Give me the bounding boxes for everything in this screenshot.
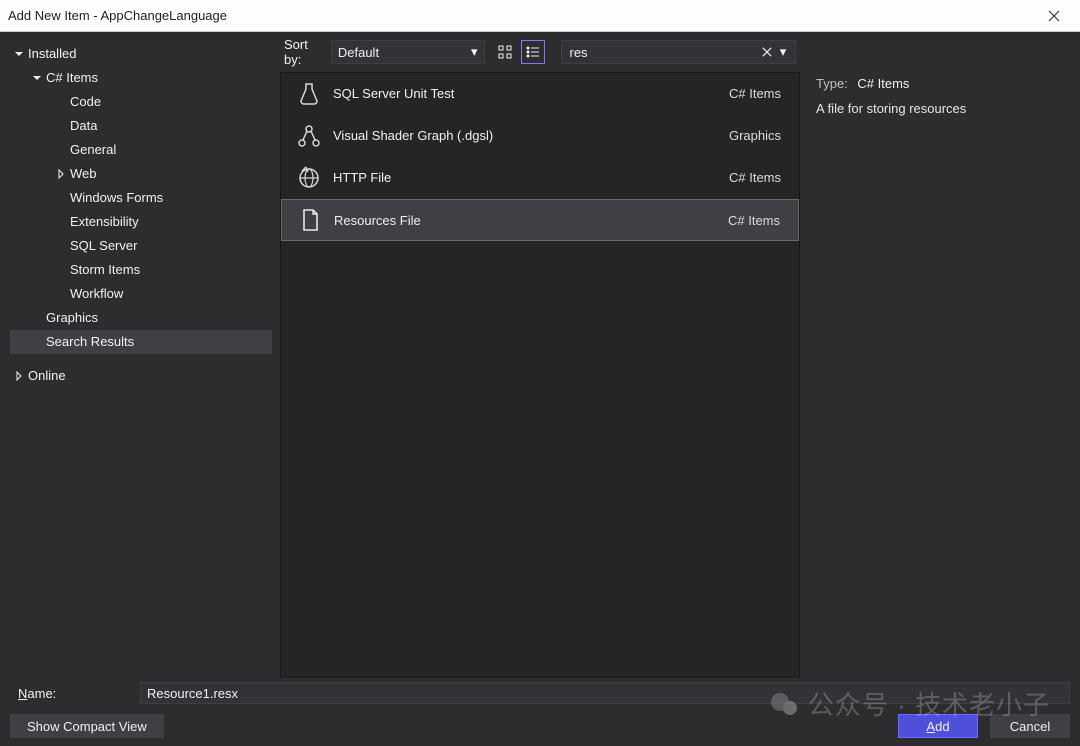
sort-by-value: Default [338, 45, 379, 60]
detail-type-value: C# Items [857, 76, 909, 91]
close-button[interactable] [1036, 2, 1072, 30]
clear-search-button[interactable] [759, 44, 775, 60]
sidebar-item-label: Data [70, 116, 97, 136]
center-panel: Sort by: Default ▾ [280, 36, 800, 678]
name-input[interactable] [140, 682, 1070, 704]
close-icon [762, 47, 772, 57]
search-box[interactable]: ▾ [561, 40, 797, 64]
globe-icon [291, 160, 327, 196]
show-compact-view-button[interactable]: Show Compact View [10, 714, 164, 738]
sidebar-item-csharp-items[interactable]: C# Items [10, 66, 272, 90]
template-category: C# Items [728, 213, 780, 228]
template-row[interactable]: Resources File C# Items [281, 199, 799, 241]
category-sidebar: Installed C# Items Code Data General [6, 36, 276, 678]
sidebar-item-label: Windows Forms [70, 188, 163, 208]
chevron-right-icon [54, 167, 68, 181]
chevron-down-icon [12, 47, 26, 61]
file-icon [292, 202, 328, 238]
dialog-footer: Name: Show Compact View Add Cancel [6, 678, 1074, 740]
sidebar-item-search-results[interactable]: Search Results [10, 330, 272, 354]
sidebar-item-data[interactable]: Data [10, 114, 272, 138]
close-icon [1048, 10, 1060, 22]
chevron-right-icon [12, 369, 26, 383]
sidebar-item-label: Extensibility [70, 212, 139, 232]
template-row[interactable]: Visual Shader Graph (.dgsl) Graphics [281, 115, 799, 157]
center-toolbar: Sort by: Default ▾ [280, 36, 800, 72]
flask-icon [291, 76, 327, 112]
grid-icon [498, 45, 512, 59]
detail-type-label: Type: [816, 76, 848, 91]
sort-by-label: Sort by: [284, 37, 323, 67]
sidebar-item-label: Web [70, 164, 97, 184]
sidebar-item-label: General [70, 140, 116, 160]
template-list: SQL Server Unit Test C# Items Visual Sha… [280, 72, 800, 678]
sidebar-item-label: Storm Items [70, 260, 140, 280]
template-category: C# Items [729, 86, 781, 101]
template-category: C# Items [729, 170, 781, 185]
sidebar-item-code[interactable]: Code [10, 90, 272, 114]
view-grid-button[interactable] [493, 40, 517, 64]
template-name: Resources File [328, 213, 728, 228]
sidebar-item-general[interactable]: General [10, 138, 272, 162]
detail-pane: Type: C# Items A file for storing resour… [804, 36, 1074, 678]
sidebar-item-label: Online [28, 366, 66, 386]
sort-by-dropdown[interactable]: Default ▾ [331, 40, 485, 64]
template-name: Visual Shader Graph (.dgsl) [327, 128, 729, 143]
sidebar-item-label: Code [70, 92, 101, 112]
add-button[interactable]: Add [898, 714, 978, 738]
sidebar-item-graphics[interactable]: Graphics [10, 306, 272, 330]
cancel-button[interactable]: Cancel [990, 714, 1070, 738]
search-dropdown-button[interactable]: ▾ [775, 44, 791, 60]
sidebar-item-online[interactable]: Online [10, 364, 272, 388]
detail-description: A file for storing resources [816, 101, 1064, 116]
template-row[interactable]: HTTP File C# Items [281, 157, 799, 199]
sidebar-item-extensibility[interactable]: Extensibility [10, 210, 272, 234]
view-list-button[interactable] [521, 40, 545, 64]
sidebar-item-label: C# Items [46, 68, 98, 88]
template-row[interactable]: SQL Server Unit Test C# Items [281, 73, 799, 115]
graph-icon [291, 118, 327, 154]
template-category: Graphics [729, 128, 781, 143]
sidebar-item-storm-items[interactable]: Storm Items [10, 258, 272, 282]
list-icon [526, 45, 540, 59]
sidebar-item-sql-server[interactable]: SQL Server [10, 234, 272, 258]
chevron-down-icon: ▾ [471, 44, 478, 60]
chevron-down-icon [30, 71, 44, 85]
sidebar-item-label: SQL Server [70, 236, 137, 256]
sidebar-item-label: Installed [28, 44, 76, 64]
window-title: Add New Item - AppChangeLanguage [8, 8, 1036, 23]
sidebar-item-web[interactable]: Web [10, 162, 272, 186]
sidebar-item-label: Workflow [70, 284, 123, 304]
titlebar: Add New Item - AppChangeLanguage [0, 0, 1080, 32]
sidebar-item-label: Graphics [46, 308, 98, 328]
sidebar-item-windows-forms[interactable]: Windows Forms [10, 186, 272, 210]
sidebar-item-workflow[interactable]: Workflow [10, 282, 272, 306]
template-name: SQL Server Unit Test [327, 86, 729, 101]
name-label: Name: [10, 686, 130, 701]
search-input[interactable] [566, 45, 760, 60]
sidebar-item-installed[interactable]: Installed [10, 42, 272, 66]
category-tree: Installed C# Items Code Data General [10, 42, 272, 672]
template-name: HTTP File [327, 170, 729, 185]
sidebar-item-label: Search Results [46, 332, 134, 352]
